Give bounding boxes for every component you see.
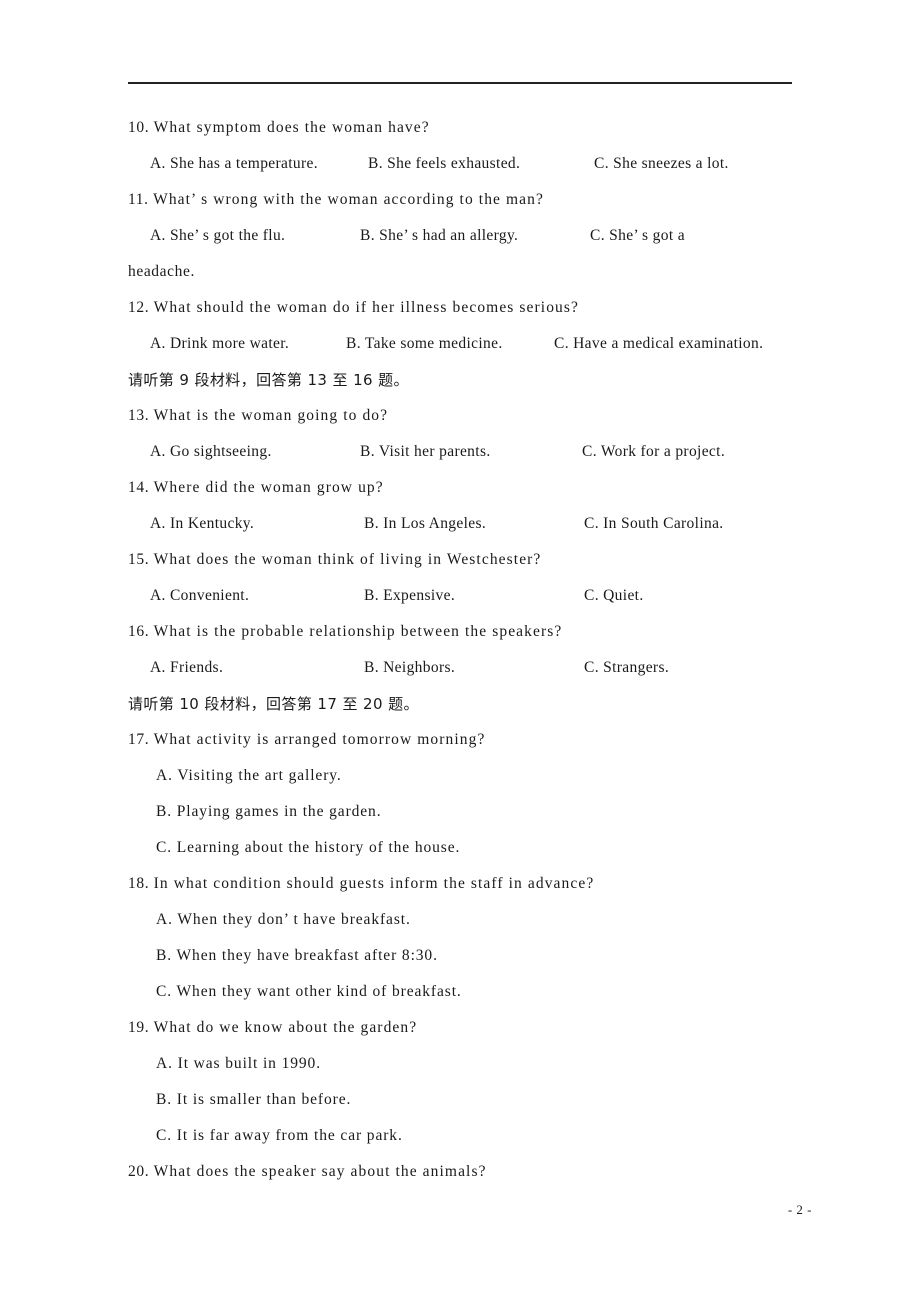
option-14-a[interactable]: A. In Kentucky. [150,506,364,542]
option-13-a[interactable]: A. Go sightseeing. [150,434,360,470]
question-stem-14: 14. Where did the woman grow up? [128,470,792,506]
option-row-15: A. Convenient. B. Expensive. C. Quiet. [128,578,792,614]
option-17-a[interactable]: A. Visiting the art gallery. [128,758,792,794]
question-stem-11: 11. What’ s wrong with the woman accordi… [128,182,792,218]
option-10-a[interactable]: A. She has a temperature. [150,146,368,182]
question-text-12: What should the woman do if her illness … [153,299,580,316]
header-divider-rule [128,82,792,84]
option-18-a[interactable]: A. When they don’ t have breakfast. [128,902,792,938]
question-text-16: What is the probable relationship betwee… [153,623,563,640]
question-text-11: What’ s wrong with the woman according t… [153,191,544,208]
question-number-13: 13. [128,407,150,424]
question-number-16: 16. [128,623,150,640]
question-text-10: What symptom does the woman have? [153,119,430,136]
option-11-c[interactable]: C. She’ s got a [590,218,685,254]
question-stem-10: 10. What symptom does the woman have? [128,110,792,146]
option-17-b[interactable]: B. Playing games in the garden. [128,794,792,830]
exam-page: 10. What symptom does the woman have? A.… [0,0,920,1302]
option-row-11: A. She’ s got the flu. B. She’ s had an … [128,218,792,254]
question-number-14: 14. [128,479,150,496]
option-17-c[interactable]: C. Learning about the history of the hou… [128,830,792,866]
question-stem-20: 20. What does the speaker say about the … [128,1154,792,1190]
option-row-12: A. Drink more water. B. Take some medici… [128,326,792,362]
option-15-c[interactable]: C. Quiet. [584,578,644,614]
question-text-17: What activity is arranged tomorrow morni… [153,731,486,748]
question-stem-13: 13. What is the woman going to do? [128,398,792,434]
option-19-a[interactable]: A. It was built in 1990. [128,1046,792,1082]
question-text-19: What do we know about the garden? [153,1019,418,1036]
option-13-c[interactable]: C. Work for a project. [582,434,725,470]
option-row-16: A. Friends. B. Neighbors. C. Strangers. [128,650,792,686]
question-text-15: What does the woman think of living in W… [153,551,542,568]
option-12-a[interactable]: A. Drink more water. [150,326,346,362]
question-number-18: 18. [128,875,150,892]
question-number-19: 19. [128,1019,150,1036]
option-16-a[interactable]: A. Friends. [150,650,364,686]
option-11-c-continuation: headache. [128,263,195,280]
question-stem-12: 12. What should the woman do if her illn… [128,290,792,326]
section-directive-10: 请听第 10 段材料，回答第 17 至 20 题。 [128,695,419,713]
question-list: 10. What symptom does the woman have? A.… [128,110,792,1190]
question-stem-15: 15. What does the woman think of living … [128,542,792,578]
question-stem-18: 18. In what condition should guests info… [128,866,792,902]
option-11-a[interactable]: A. She’ s got the flu. [150,218,360,254]
option-row-13: A. Go sightseeing. B. Visit her parents.… [128,434,792,470]
option-12-b[interactable]: B. Take some medicine. [346,326,554,362]
option-10-b[interactable]: B. She feels exhausted. [368,146,594,182]
option-16-c[interactable]: C. Strangers. [584,650,669,686]
option-14-b[interactable]: B. In Los Angeles. [364,506,584,542]
option-row-10: A. She has a temperature. B. She feels e… [128,146,792,182]
option-12-c[interactable]: C. Have a medical examination. [554,326,763,362]
option-18-c[interactable]: C. When they want other kind of breakfas… [128,974,792,1010]
question-number-17: 17. [128,731,150,748]
option-15-a[interactable]: A. Convenient. [150,578,364,614]
option-row-14: A. In Kentucky. B. In Los Angeles. C. In… [128,506,792,542]
question-text-13: What is the woman going to do? [153,407,389,424]
section-directive-9: 请听第 9 段材料，回答第 13 至 16 题。 [128,371,409,389]
option-18-b[interactable]: B. When they have breakfast after 8:30. [128,938,792,974]
question-text-20: What does the speaker say about the anim… [153,1163,487,1180]
question-stem-16: 16. What is the probable relationship be… [128,614,792,650]
question-number-11: 11. [128,191,149,208]
option-19-c[interactable]: C. It is far away from the car park. [128,1118,792,1154]
option-11-b[interactable]: B. She’ s had an allergy. [360,218,590,254]
option-19-b[interactable]: B. It is smaller than before. [128,1082,792,1118]
question-stem-17: 17. What activity is arranged tomorrow m… [128,722,792,758]
option-10-c[interactable]: C. She sneezes a lot. [594,146,729,182]
question-number-12: 12. [128,299,150,316]
question-number-20: 20. [128,1163,150,1180]
page-number: - 2 - [787,1202,812,1217]
question-number-10: 10. [128,119,150,136]
question-text-14: Where did the woman grow up? [153,479,384,496]
option-14-c[interactable]: C. In South Carolina. [584,506,724,542]
question-stem-19: 19. What do we know about the garden? [128,1010,792,1046]
option-16-b[interactable]: B. Neighbors. [364,650,584,686]
option-15-b[interactable]: B. Expensive. [364,578,584,614]
option-13-b[interactable]: B. Visit her parents. [360,434,582,470]
question-text-18: In what condition should guests inform t… [153,875,595,892]
question-number-15: 15. [128,551,150,568]
